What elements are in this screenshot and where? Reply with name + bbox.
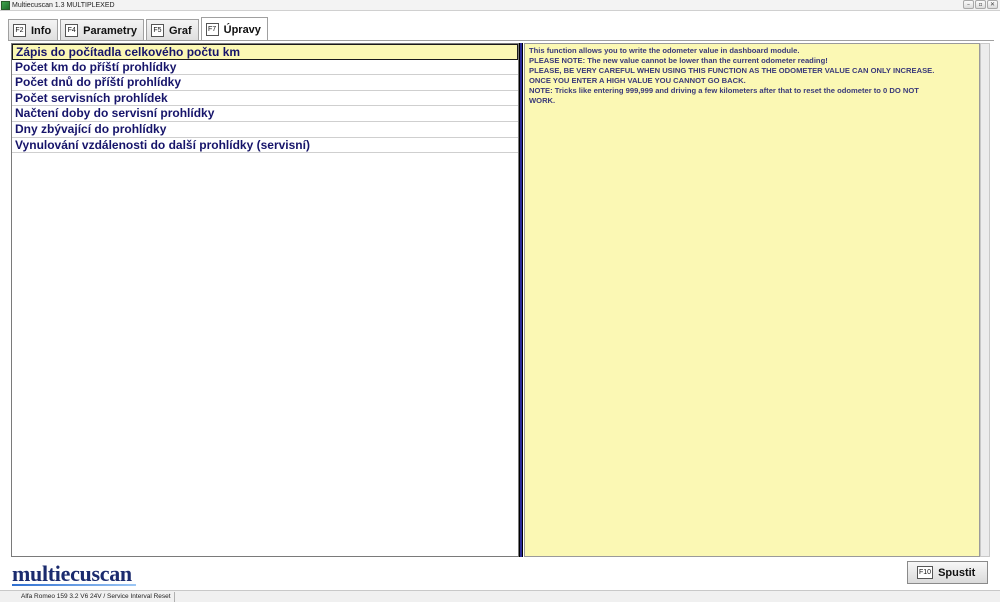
description-line: PLEASE, BE VERY CAREFUL WHEN USING THIS …: [529, 66, 935, 75]
tab-upravy[interactable]: F7 Úpravy: [200, 17, 268, 41]
restore-icon[interactable]: ▫: [975, 0, 986, 9]
tab-info[interactable]: F2 Info: [8, 19, 59, 41]
tab-parametry[interactable]: F4 Parametry: [60, 19, 144, 41]
description-scrollbar[interactable]: [980, 43, 990, 557]
description-line: NOTE: Tricks like entering 999,999 and d…: [529, 86, 919, 95]
f5-key-icon: F5: [151, 24, 164, 37]
function-description: This function allows you to write the od…: [524, 43, 980, 557]
vehicle-status: Alfa Romeo 159 3.2 V6 24V / Service Inte…: [18, 592, 175, 602]
f7-key-icon: F7: [205, 23, 219, 36]
description-line: WORK.: [529, 96, 556, 105]
tab-label: Info: [31, 24, 52, 37]
tab-graf[interactable]: F5 Graf: [146, 19, 199, 41]
list-item[interactable]: Počet km do příští prohlídky: [12, 60, 518, 76]
title-bar: Multiecuscan 1.3 MULTIPLEXED – ▫ ✕: [0, 0, 1000, 11]
tab-label: Parametry: [83, 24, 137, 37]
tab-label: Graf: [169, 24, 192, 37]
status-bar: Alfa Romeo 159 3.2 V6 24V / Service Inte…: [0, 590, 1000, 602]
f2-key-icon: F2: [13, 24, 26, 37]
tab-label: Úpravy: [223, 23, 261, 36]
minimize-icon[interactable]: –: [963, 0, 974, 9]
list-item[interactable]: Zápis do počítadla celkového počtu km: [12, 44, 518, 60]
close-icon[interactable]: ✕: [987, 0, 998, 9]
list-item[interactable]: Počet dnů do příští prohlídky: [12, 75, 518, 91]
description-line: This function allows you to write the od…: [529, 46, 800, 55]
description-line: PLEASE NOTE: The new value cannot be low…: [529, 56, 828, 65]
f4-key-icon: F4: [65, 24, 79, 37]
function-list[interactable]: Zápis do počítadla celkového počtu km Po…: [11, 43, 519, 557]
tab-bar: F2 Info F4 Parametry F5 Graf F7 Úpravy: [8, 17, 268, 41]
f10-key-icon: F10: [917, 566, 934, 579]
app-icon: [1, 1, 10, 10]
description-line: ONCE YOU ENTER A HIGH VALUE YOU CANNOT G…: [529, 76, 746, 85]
run-button-label: Spustit: [938, 566, 976, 579]
run-button[interactable]: F10 Spustit: [907, 561, 988, 584]
window-controls: – ▫ ✕: [963, 0, 998, 10]
logo-underline: [12, 584, 136, 586]
window-title: Multiecuscan 1.3 MULTIPLEXED: [12, 2, 115, 9]
panel-splitter[interactable]: [519, 43, 523, 557]
list-item[interactable]: Vynulování vzdálenosti do další prohlídk…: [12, 138, 518, 154]
list-item[interactable]: Počet servisních prohlídek: [12, 91, 518, 107]
list-item[interactable]: Dny zbývající do prohlídky: [12, 122, 518, 138]
list-item[interactable]: Načtení doby do servisní prohlídky: [12, 106, 518, 122]
tab-panel-border: [8, 40, 994, 41]
